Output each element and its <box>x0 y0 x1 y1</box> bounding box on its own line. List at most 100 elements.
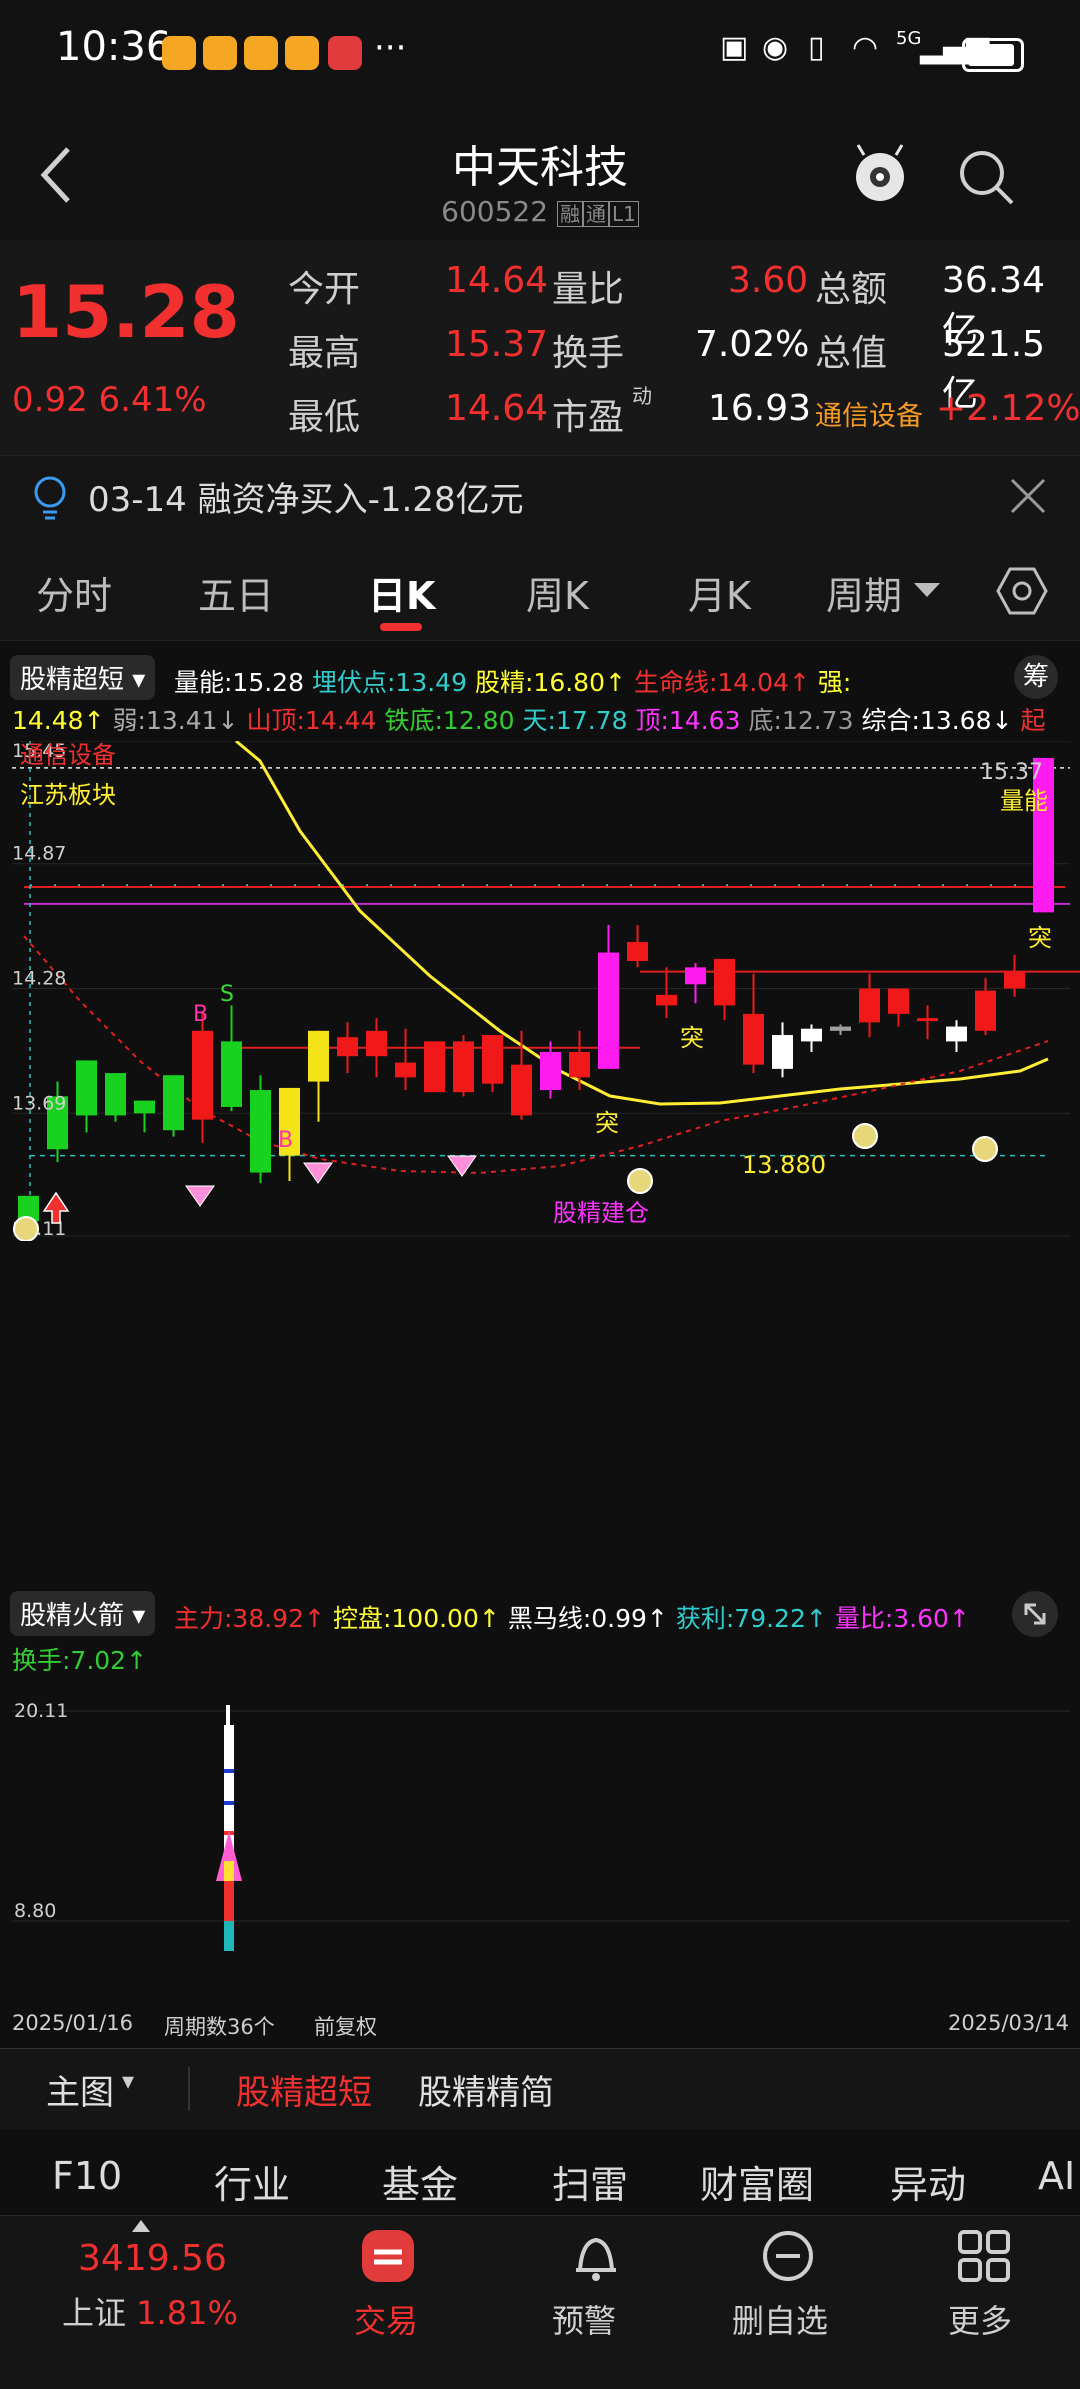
candle-body <box>743 1013 764 1065</box>
candlestick-chart[interactable]: 15.4514.8714.2813.6913.11通信设备江苏板块15.37量能… <box>0 741 1080 1241</box>
indicator-value-3: 生命线:14.04↑ <box>633 668 810 697</box>
nav-ai[interactable]: AI <box>1038 2154 1075 2198</box>
candle-body <box>337 1037 358 1057</box>
candle-body <box>76 1060 97 1116</box>
trade-button[interactable]: 交易 <box>340 2216 430 2389</box>
axis-adjust-mode: 前复权 <box>314 2015 377 2039</box>
y-axis-label: 13.69 <box>12 1092 66 1114</box>
index-change-row[interactable]: 上证 1.81% <box>62 2288 238 2334</box>
max-price-label: 15.37 <box>980 760 1043 785</box>
nav-f10[interactable]: F10 <box>52 2154 122 2198</box>
function-nav: F10 行业 基金 扫雷 财富圈 异动 AI <box>0 2140 1080 2215</box>
sub-indicator-values-line-2: 换手:7.02↑ <box>12 1641 155 1677</box>
candle-body <box>134 1100 155 1114</box>
candle-body <box>250 1090 271 1173</box>
money-bag-icon <box>852 1123 878 1149</box>
high-label: 最高 <box>288 333 361 374</box>
more-notifications-icon: ··· <box>374 28 407 68</box>
candle-body <box>569 1051 590 1078</box>
last-price: 15.28 <box>12 270 240 354</box>
breakout-label: 突 <box>680 1024 704 1052</box>
candle-body <box>598 952 619 1069</box>
indicator-value-5: 顶:14.63 <box>635 706 741 735</box>
stock-header: 中天科技 600522 融通 L1 <box>0 105 1080 240</box>
bell-icon <box>576 2237 616 2281</box>
sub-indicator-value-4: 量比:3.60↑ <box>834 1604 970 1633</box>
rocket-sub-chart[interactable]: 20.11 8.80 <box>0 1681 1080 1961</box>
indicator-value-8: 起 <box>1020 706 1046 735</box>
period-tabs: 分时 五日 日K 周K 月K 周期 <box>0 535 1080 640</box>
nav-risk-scan[interactable]: 扫雷 <box>552 2154 628 2209</box>
indicator-values-line-2: 14.48↑ 弱:13.41↓ 山顶:14.44 铁底:12.80 天:17.78 顶:1… <box>12 701 1053 737</box>
volume-energy-label: 量能 <box>1000 787 1048 815</box>
divider <box>188 2067 190 2111</box>
battery-icon <box>962 38 1024 72</box>
candle-body <box>163 1075 184 1131</box>
min-price-label: 13.880 <box>742 1151 826 1179</box>
index-name: 上证 <box>62 2294 127 2332</box>
change-value: 0.92 <box>12 380 88 420</box>
candle-body <box>946 1026 967 1042</box>
candle-body <box>685 967 706 985</box>
tab-weekly-k[interactable]: 周K <box>526 565 589 620</box>
trade-icon <box>362 2230 414 2282</box>
rocket-icon <box>216 1705 242 1951</box>
close-icon[interactable] <box>1008 476 1048 516</box>
candle-body <box>859 988 880 1023</box>
tab-monthly-k[interactable]: 月K <box>688 565 751 620</box>
more-label: 更多 <box>948 2302 1013 2340</box>
sell-signal-label: S <box>220 982 234 1007</box>
indicator-value-4: 天:17.78 <box>522 706 628 735</box>
change-pct: 6.41% <box>98 380 207 420</box>
indicator-selector-label: 股精超短 <box>20 665 125 695</box>
open-label: 今开 <box>288 269 361 310</box>
sub-indicator-values-line-1: 主力:38.92↑ 控盘:100.00↑ 黑马线:0.99↑ 获利:79.22↑ 量比:… <box>174 1599 978 1635</box>
alert-button[interactable]: 预警 <box>550 2216 640 2389</box>
sub-y-max: 20.11 <box>14 1700 68 1722</box>
candle-body <box>627 941 648 961</box>
app-icon <box>328 36 362 70</box>
turnover-label: 换手 <box>552 333 625 374</box>
indicator-tab[interactable]: 股精精简 <box>418 2065 554 2114</box>
tab-daily-k[interactable]: 日K <box>368 565 435 620</box>
tab-intraday[interactable]: 分时 <box>36 565 112 620</box>
main-chart-selector[interactable]: 主图 <box>46 2065 114 2114</box>
sub-indicator-value-2: 黑马线:0.99↑ <box>507 1604 668 1633</box>
settings-icon[interactable] <box>996 565 1048 617</box>
sector-link[interactable]: 通信设备 <box>815 394 923 433</box>
active-tab-indicator <box>380 623 422 631</box>
grid-icon <box>958 2230 1010 2282</box>
status-bar: 10:36 ··· ▣ ◉ ▯ ◠ 5G ▂▄▆ <box>0 0 1080 105</box>
expand-icon[interactable] <box>1012 1591 1058 1637</box>
indicator-selector[interactable]: 股精超短 ▾ <box>10 655 156 700</box>
vibrate-icon: ▯ <box>808 30 825 65</box>
nav-movement[interactable]: 异动 <box>890 2154 966 2209</box>
tab-five-day[interactable]: 五日 <box>198 565 274 620</box>
candle-body <box>192 1030 213 1120</box>
sub-indicator-selector[interactable]: 股精火箭 ▾ <box>10 1591 156 1636</box>
lightbulb-icon <box>34 476 66 520</box>
sub-indicator-value-0: 换手:7.02↑ <box>12 1646 148 1675</box>
candle-body <box>1004 971 1025 989</box>
diamond-icon <box>303 1162 333 1184</box>
more-button[interactable]: 更多 <box>940 2216 1030 2389</box>
remove-watchlist-button[interactable]: 删自选 <box>730 2216 840 2389</box>
y-axis-label: 14.28 <box>12 968 66 990</box>
low-label: 最低 <box>288 397 361 438</box>
nav-industry[interactable]: 行业 <box>214 2154 290 2209</box>
index-value[interactable]: 3419.56 <box>78 2238 227 2279</box>
weibo-icon <box>203 36 237 70</box>
news-banner[interactable]: 03-14 融资净买入-1.28亿元 <box>0 455 1080 536</box>
tab-period[interactable]: 周期 <box>826 565 902 620</box>
nav-fund[interactable]: 基金 <box>382 2154 458 2209</box>
nav-community[interactable]: 财富圈 <box>700 2154 814 2209</box>
y-axis-label: 14.87 <box>12 843 66 865</box>
indicator-tab-active[interactable]: 股精超短 <box>236 2065 372 2114</box>
money-bag-icon <box>972 1136 998 1162</box>
low-value: 14.64 <box>445 388 549 429</box>
index-pct: 1.81% <box>136 2294 238 2332</box>
robot-assistant-icon[interactable] <box>848 141 912 205</box>
chip-distribution-button[interactable]: 筹 <box>1014 655 1058 699</box>
bottom-dock: 3419.56 上证 1.81% 交易 预警 删自选 更多 <box>0 2215 1080 2389</box>
search-icon[interactable] <box>956 147 1016 207</box>
